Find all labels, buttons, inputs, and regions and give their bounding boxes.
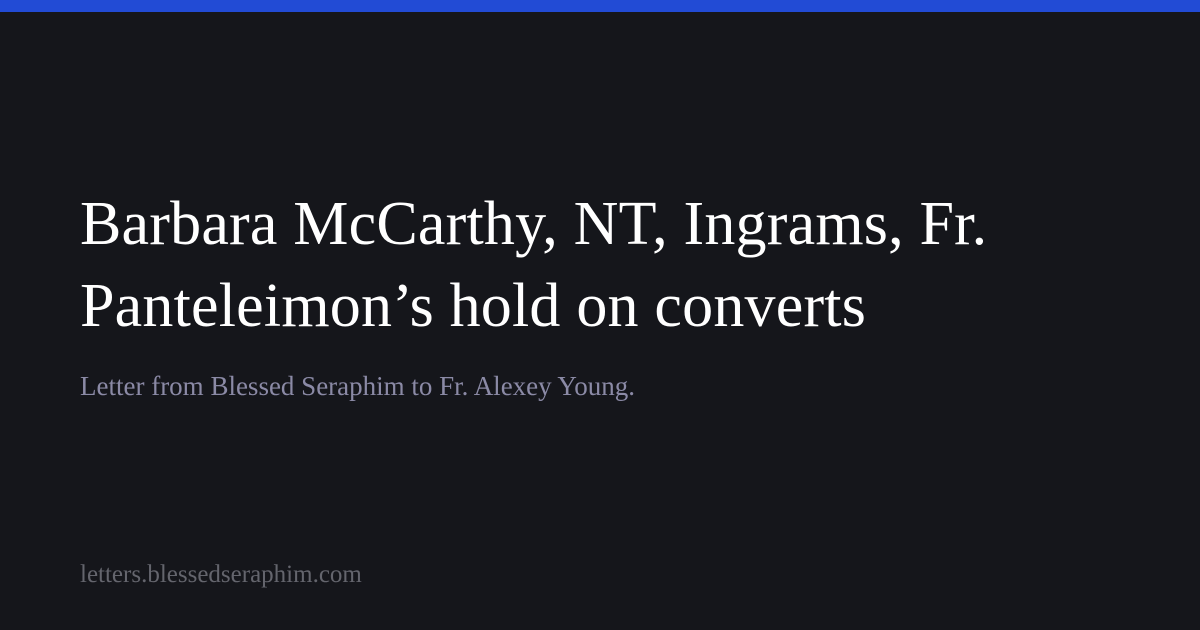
page-title: Barbara McCarthy, NT, Ingrams, Fr. Pante… — [80, 190, 988, 340]
page-subtitle: Letter from Blessed Seraphim to Fr. Alex… — [80, 371, 635, 401]
site-domain: letters.blessedseraphim.com — [80, 561, 362, 588]
accent-bar — [0, 0, 1200, 12]
